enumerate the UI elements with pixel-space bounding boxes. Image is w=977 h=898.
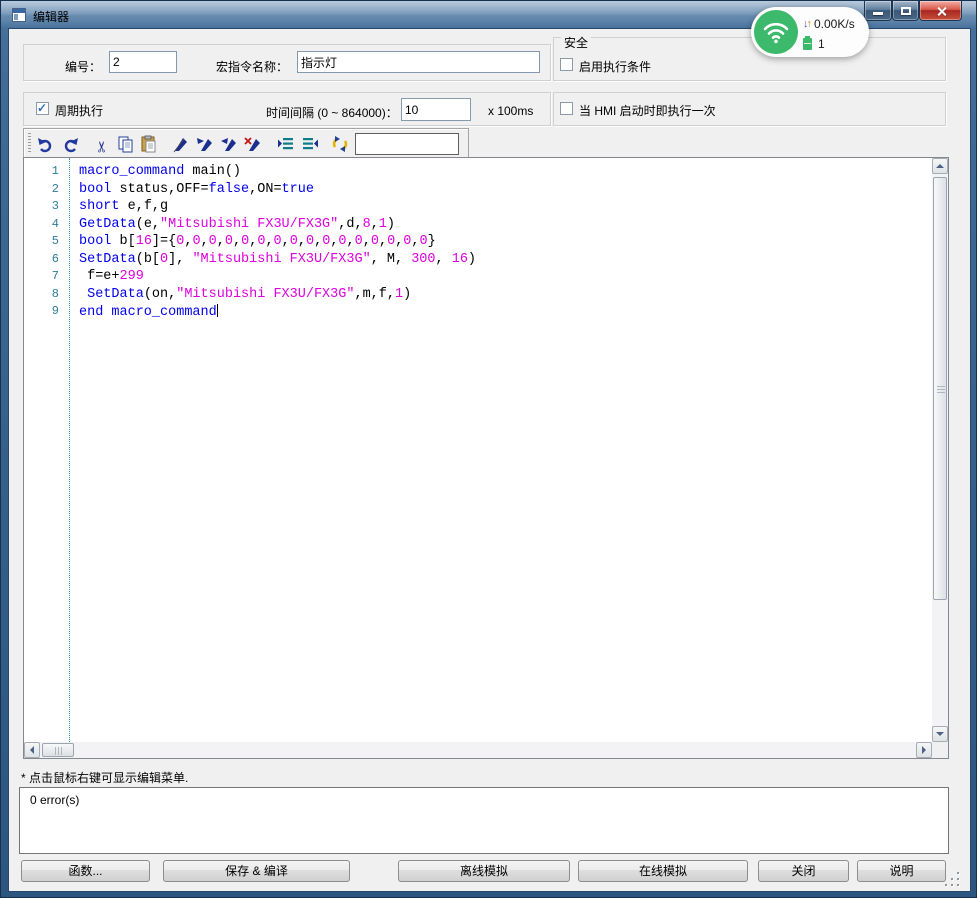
id-input[interactable] [109,51,177,73]
periodic-checkbox[interactable] [36,102,49,115]
close-icon [936,6,947,17]
resize-grip[interactable] [947,874,961,888]
indent-icon[interactable] [276,134,296,154]
security-label: 安全 [561,34,591,51]
wifi-icon[interactable] [754,10,798,54]
line-number: 4 [24,217,64,235]
code-line[interactable]: 6SetData(b[0], "Mitsubishi FX3U/FX3G", M… [24,252,932,270]
code-line[interactable]: 7 f=e+299 [24,269,932,287]
scroll-right-button[interactable] [916,742,932,758]
window-icon [12,8,26,22]
line-number: 2 [24,182,64,200]
online-sim-button[interactable]: 在线模拟 [578,860,748,882]
code-line[interactable]: 8 SetData(on,"Mitsubishi FX3U/FX3G",m,f,… [24,287,932,305]
id-label: 编号： [65,58,101,75]
periodic-label[interactable]: 周期执行 [55,102,103,119]
bookmark-clear-icon[interactable] [243,134,263,154]
vertical-scrollbar[interactable] [932,158,948,742]
line-number: 6 [24,252,64,270]
editor-window: 编辑器 ↓↑ 0.00K/s 1 编号： 宏指令名 [0,0,977,898]
net-speed-value: 0.00K/s [814,17,855,31]
minimize-icon [873,12,883,15]
run-on-startup-checkbox[interactable] [560,102,573,115]
macro-name-label: 宏指令名称： [216,58,288,75]
run-on-startup-label[interactable]: 当 HMI 启动时即执行一次 [579,102,716,119]
scrollbar-corner [932,742,948,758]
toolbar-grip[interactable] [28,133,31,153]
hint-text: * 点击鼠标右键可显示编辑菜单. [21,769,188,786]
close-window-button[interactable] [919,1,962,21]
toolbar-search-input[interactable] [355,133,459,155]
dialog-client: 编号： 宏指令名称： 安全 启用执行条件 周期执行 时间间隔 (0 ~ 8640… [9,29,970,891]
error-count-text: 0 error(s) [30,793,79,807]
function-button[interactable]: 函数... [21,860,150,882]
bookmark-next-icon[interactable] [195,134,215,154]
scroll-up-button[interactable] [932,158,948,174]
code-lines: 1macro_command main()2bool status,OFF=fa… [24,164,932,322]
scroll-down-button[interactable] [932,726,948,742]
bookmark-toggle-icon[interactable] [171,134,191,154]
horizontal-scroll-thumb[interactable] [42,743,74,757]
code-line[interactable]: 5bool b[16]={0,0,0,0,0,0,0,0,0,0,0,0,0,0… [24,234,932,252]
line-number: 7 [24,269,64,287]
interval-input[interactable] [401,98,471,121]
line-number: 5 [24,234,64,252]
minimize-button[interactable] [864,1,892,21]
copy-icon[interactable] [116,134,136,154]
net-speed-widget[interactable]: ↓↑ 0.00K/s 1 [751,7,869,57]
footer-buttons: 函数... 保存 & 编译 离线模拟在线模拟关闭说明 [9,860,970,883]
maximize-icon [901,7,911,15]
line-number: 3 [24,199,64,217]
enable-condition-checkbox[interactable] [560,58,573,71]
paste-icon[interactable] [139,134,159,154]
code-line[interactable]: 2bool status,OFF=false,ON=true [24,182,932,200]
outdent-icon[interactable] [300,134,320,154]
interval-unit-label: x 100ms [488,104,533,118]
offline-sim-button[interactable]: 离线模拟 [398,860,570,882]
updown-arrows-icon: ↓↑ [803,18,810,30]
line-number: 9 [24,304,64,322]
text-caret [217,304,219,317]
interval-label: 时间间隔 (0 ~ 864000)： [266,104,398,121]
horizontal-scrollbar[interactable] [24,742,932,758]
save-compile-button[interactable]: 保存 & 编译 [163,860,350,882]
line-number: 8 [24,287,64,305]
maximize-button[interactable] [892,1,919,21]
compile-output[interactable]: 0 error(s) [19,787,949,854]
code-editor[interactable]: 1macro_command main()2bool status,OFF=fa… [24,158,932,742]
editor-toolbar: ✂ [23,128,469,158]
close-button[interactable]: 关闭 [758,860,849,882]
cut-icon[interactable]: ✂ [93,134,113,154]
help-button[interactable]: 说明 [857,860,946,882]
window-title: 编辑器 [33,8,69,25]
scroll-left-button[interactable] [24,742,40,758]
code-line[interactable]: 3short e,f,g [24,199,932,217]
macro-editor: 1macro_command main()2bool status,OFF=fa… [23,157,949,759]
redo-icon[interactable] [60,134,80,154]
line-number: 1 [24,164,64,182]
battery-icon [803,38,812,50]
code-line[interactable]: 4GetData(e,"Mitsubishi FX3U/FX3G",d,8,1) [24,217,932,235]
code-line[interactable]: 9end macro_command [24,304,932,322]
macro-name-input[interactable] [297,51,540,73]
undo-icon[interactable] [36,134,56,154]
find-replace-icon[interactable] [330,134,350,154]
bookmark-prev-icon[interactable] [219,134,239,154]
net-count-value: 1 [818,37,825,51]
code-line[interactable]: 1macro_command main() [24,164,932,182]
enable-condition-label[interactable]: 启用执行条件 [579,58,651,75]
vertical-scroll-thumb[interactable] [933,177,947,600]
